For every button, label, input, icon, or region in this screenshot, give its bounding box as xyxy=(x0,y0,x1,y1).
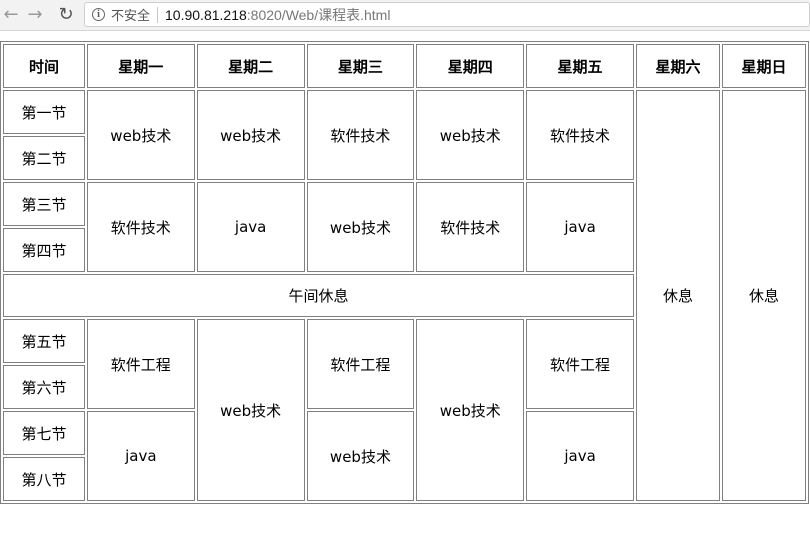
course-cell: 软件工程 xyxy=(86,319,195,409)
url-path[interactable]: :8020/Web/课程表.html xyxy=(247,5,391,25)
header-sunday: 星期日 xyxy=(721,44,806,88)
period-label: 第六节 xyxy=(3,365,85,409)
period-label: 第四节 xyxy=(3,228,85,272)
header-row: 时间 星期一 星期二 星期三 星期四 星期五 星期六 星期日 xyxy=(3,44,806,88)
period-row: 第一节 web技术 web技术 软件技术 web技术 软件技术 休息 休息 xyxy=(3,90,806,501)
period-label: 第三节 xyxy=(3,182,85,226)
header-monday: 星期一 xyxy=(86,44,195,88)
security-label[interactable]: 不安全 xyxy=(111,5,150,24)
header-friday: 星期五 xyxy=(526,44,634,88)
forward-arrow-icon[interactable]: → xyxy=(24,4,46,26)
course-cell: web技术 xyxy=(416,90,525,180)
course-cell: web技术 xyxy=(306,182,415,272)
browser-toolbar: ← → ↻ i 不安全 10.90.81.218:8020/Web/课程表.ht… xyxy=(0,0,810,31)
reload-icon[interactable]: ↻ xyxy=(55,4,77,26)
course-cell: web技术 xyxy=(196,319,305,501)
course-cell: java xyxy=(196,182,305,272)
url-host[interactable]: 10.90.81.218 xyxy=(165,7,247,23)
info-icon[interactable]: i xyxy=(92,8,105,21)
sunday-rest-cell: 休息 xyxy=(721,90,806,501)
period-label: 第二节 xyxy=(3,136,85,180)
course-cell: web技术 xyxy=(196,90,305,180)
course-cell: web技术 xyxy=(86,90,195,180)
page-content: 时间 星期一 星期二 星期三 星期四 星期五 星期六 星期日 第一节 web技术… xyxy=(0,31,810,541)
header-time: 时间 xyxy=(3,44,85,88)
header-saturday: 星期六 xyxy=(635,44,720,88)
course-cell: 软件技术 xyxy=(526,90,634,180)
period-label: 第一节 xyxy=(3,90,85,134)
course-cell: 软件技术 xyxy=(306,90,415,180)
course-cell: 软件技术 xyxy=(86,182,195,272)
course-cell: 软件技术 xyxy=(416,182,525,272)
address-bar[interactable]: i 不安全 10.90.81.218:8020/Web/课程表.html xyxy=(84,2,810,27)
timetable: 时间 星期一 星期二 星期三 星期四 星期五 星期六 星期日 第一节 web技术… xyxy=(0,41,809,504)
course-cell: java xyxy=(526,411,634,501)
back-arrow-icon[interactable]: ← xyxy=(0,4,22,26)
address-divider xyxy=(157,6,159,23)
course-cell: java xyxy=(526,182,634,272)
course-cell: 软件工程 xyxy=(526,319,634,409)
header-wednesday: 星期三 xyxy=(306,44,415,88)
course-cell: java xyxy=(86,411,195,501)
course-cell: 软件工程 xyxy=(306,319,415,409)
saturday-rest-cell: 休息 xyxy=(635,90,720,501)
period-label: 第七节 xyxy=(3,411,85,455)
period-label: 第五节 xyxy=(3,319,85,363)
lunch-break-cell: 午间休息 xyxy=(3,274,634,317)
period-label: 第八节 xyxy=(3,457,85,501)
course-cell: web技术 xyxy=(306,411,415,501)
header-tuesday: 星期二 xyxy=(196,44,305,88)
course-cell: web技术 xyxy=(416,319,525,501)
header-thursday: 星期四 xyxy=(416,44,525,88)
